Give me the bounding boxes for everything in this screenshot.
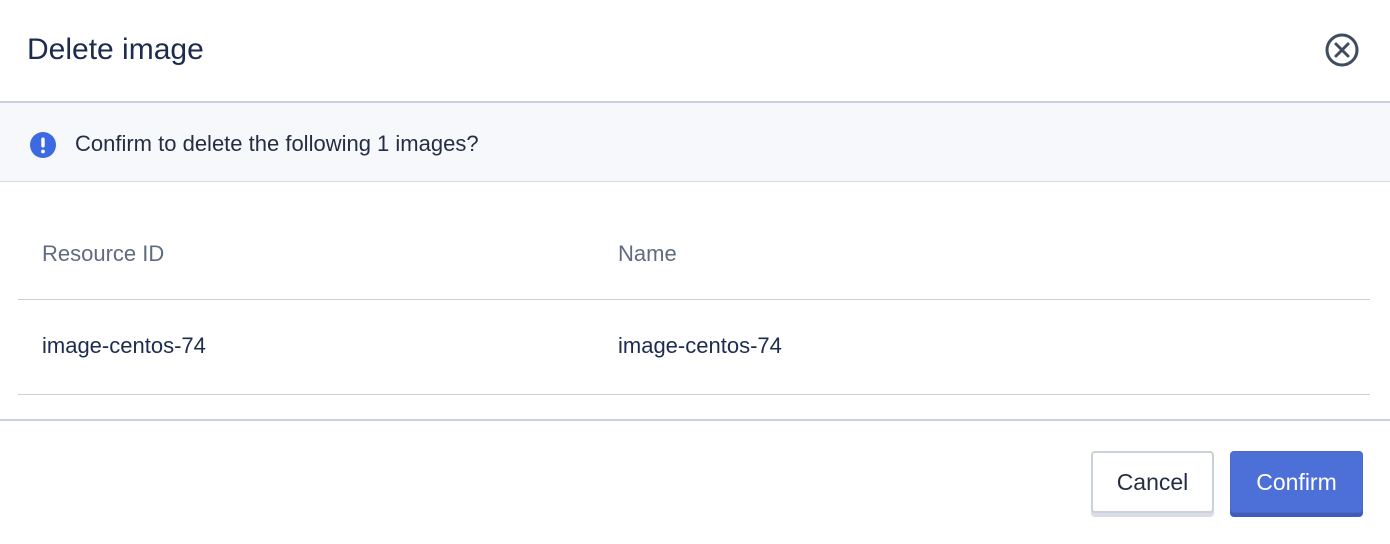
table-header: Resource ID Name [18,209,1370,300]
cell-resource-id: image-centos-74 [42,333,206,358]
cell-name: image-centos-74 [618,333,782,358]
column-header-resource-id: Resource ID [42,241,165,266]
dialog-header: Delete image [0,0,1390,103]
delete-image-dialog: Delete image Confirm to delete the follo… [0,0,1390,544]
info-icon [30,132,56,158]
confirmation-alert: Confirm to delete the following 1 images… [0,103,1390,182]
cancel-button[interactable]: Cancel [1091,451,1214,513]
images-table: Resource ID Name image-centos-74 image-c… [18,209,1370,395]
confirm-button[interactable]: Confirm [1230,451,1363,513]
table-row: image-centos-74 image-centos-74 [18,300,1370,395]
footer-divider [0,419,1390,421]
dialog-title: Delete image [27,33,204,66]
column-header-name: Name [618,241,677,266]
alert-message: Confirm to delete the following 1 images… [75,131,479,156]
close-icon[interactable] [1324,32,1360,68]
